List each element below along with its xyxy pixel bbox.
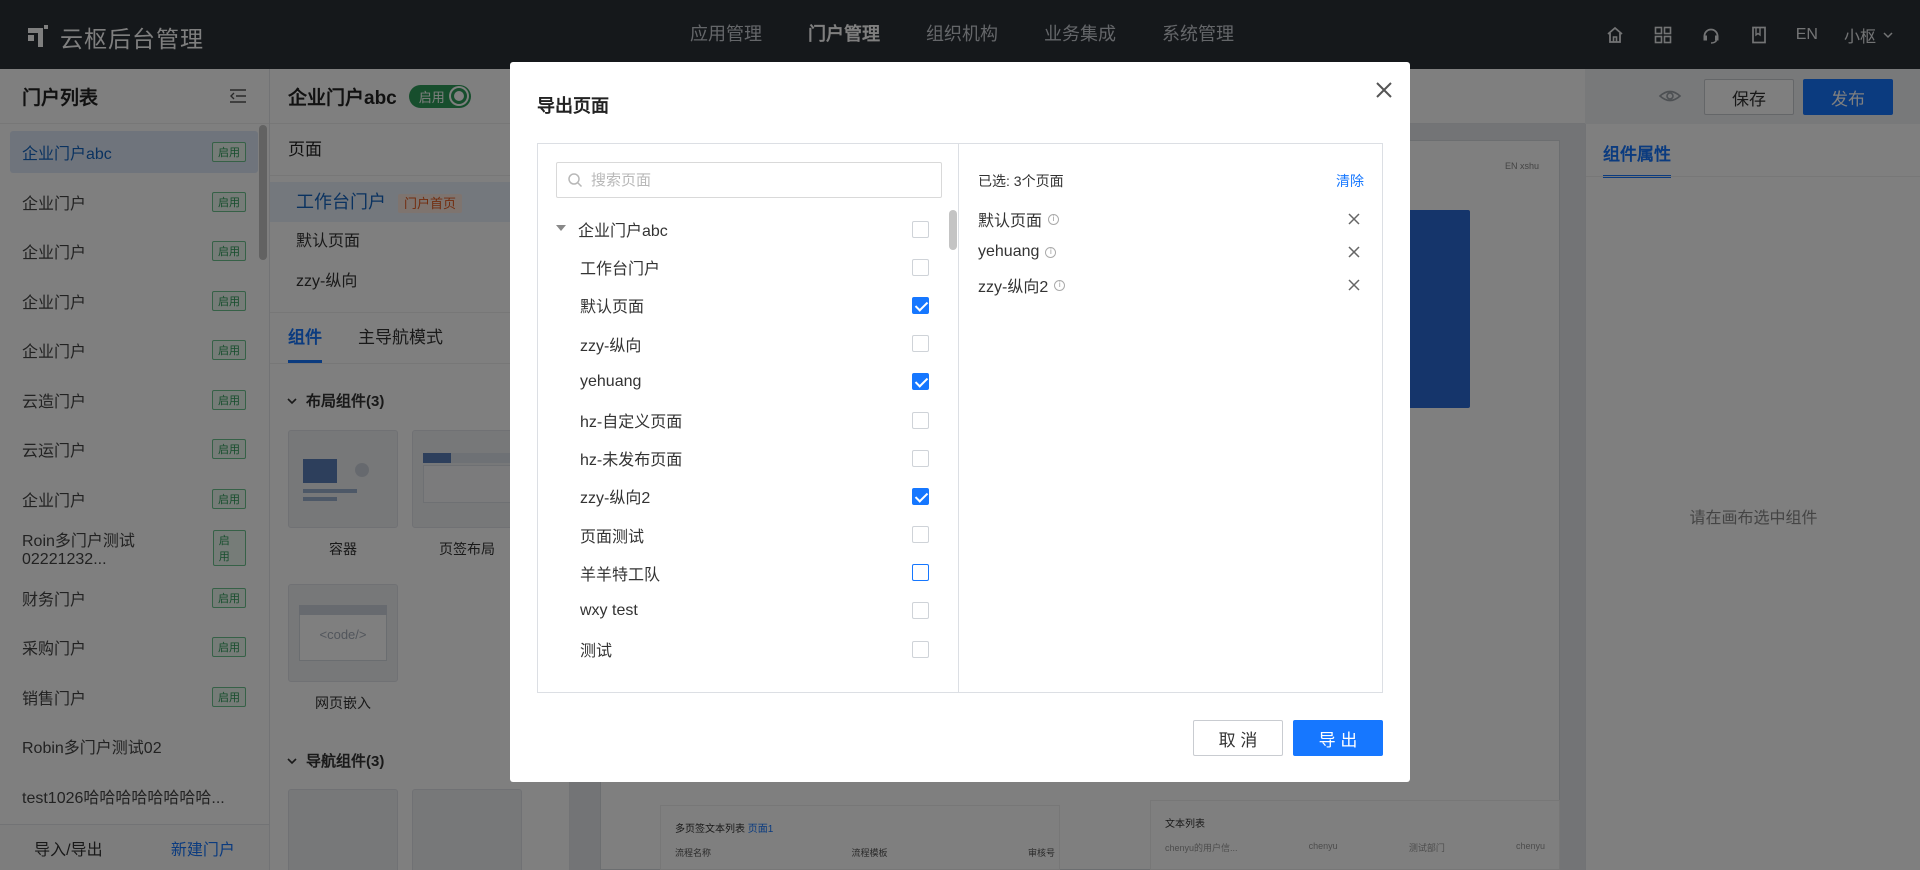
- cancel-button[interactable]: 取 消: [1193, 720, 1283, 756]
- page-tree-scrollbar[interactable]: [949, 210, 957, 250]
- caret-down-icon[interactable]: [556, 225, 566, 231]
- tree-node-label: hz-自定义页面: [580, 414, 683, 432]
- page-tree: 企业门户abc 工作台门户默认页面 zzy-纵向 yehuang hz-自定义页面 hz-…: [538, 210, 950, 668]
- tree-node[interactable]: 测试: [538, 630, 950, 668]
- tree-checkbox[interactable]: [912, 640, 929, 658]
- tree-node-label: zzy-纵向: [580, 337, 642, 355]
- tree-node-label: wxy test: [580, 601, 638, 619]
- tree-node[interactable]: 默认页面: [538, 286, 950, 324]
- tree-node[interactable]: 页面测试: [538, 516, 950, 554]
- tree-node-label: zzy-纵向2: [580, 490, 651, 508]
- page-search-field[interactable]: [556, 162, 942, 198]
- selected-page-item: yehuang i: [978, 240, 1364, 264]
- clear-selection-button[interactable]: 清除: [1336, 171, 1364, 191]
- selected-page-label: yehuang: [978, 243, 1040, 260]
- page-tree-panel: 企业门户abc 工作台门户默认页面 zzy-纵向 yehuang hz-自定义页面 hz-…: [538, 144, 959, 692]
- dialog-title: 导出页面: [537, 96, 609, 116]
- tree-checkbox[interactable]: [912, 487, 929, 505]
- remove-icon[interactable]: [1344, 275, 1364, 295]
- page-search-input[interactable]: [591, 171, 911, 189]
- tree-node-label: 测试: [580, 643, 613, 661]
- tree-checkbox[interactable]: [912, 258, 929, 276]
- tree-checkbox[interactable]: [912, 335, 929, 353]
- info-icon[interactable]: i: [1048, 213, 1060, 225]
- tree-checkbox[interactable]: [912, 220, 929, 238]
- selected-header: 已选: 3个页面 清除: [978, 171, 1364, 191]
- export-pages-dialog: 导出页面 企业门户abc工作台门户默认页面zzy-纵向yehuanghz-自定义…: [510, 62, 1410, 782]
- tree-checkbox[interactable]: [912, 373, 929, 391]
- remove-icon[interactable]: [1344, 209, 1364, 229]
- tree-checkbox[interactable]: [912, 411, 929, 429]
- selected-summary: 已选: 3个页面: [978, 173, 1064, 189]
- tree-checkbox[interactable]: [912, 449, 929, 467]
- tree-checkbox[interactable]: [912, 296, 929, 314]
- tree-node[interactable]: wxy test: [538, 592, 950, 630]
- tree-node-label: 羊羊特工队: [580, 566, 661, 584]
- info-icon[interactable]: i: [1054, 279, 1066, 291]
- export-button[interactable]: 导 出: [1293, 720, 1383, 756]
- tree-node[interactable]: 工作台门户: [538, 248, 950, 286]
- tree-node-label: yehuang: [580, 372, 642, 390]
- tree-node[interactable]: 羊羊特工队: [538, 554, 950, 592]
- tree-node-label: 默认页面: [580, 299, 645, 317]
- info-icon[interactable]: i: [1045, 246, 1057, 258]
- tree-node-label: hz-未发布页面: [580, 452, 683, 470]
- tree-root-node[interactable]: 企业门户abc: [538, 210, 950, 248]
- tree-node-label: 页面测试: [580, 528, 645, 546]
- tree-node[interactable]: zzy-纵向: [538, 325, 950, 363]
- close-icon[interactable]: [1372, 78, 1396, 102]
- tree-node[interactable]: yehuang: [538, 363, 950, 401]
- selected-page-item: zzy-纵向2 i: [978, 273, 1364, 297]
- selected-pages-panel: 已选: 3个页面 清除 默认页面 i yehuang i zzy-纵向2 i: [960, 144, 1382, 692]
- selected-page-label: 默认页面: [978, 213, 1043, 230]
- tree-node[interactable]: hz-未发布页面: [538, 439, 950, 477]
- tree-node[interactable]: hz-自定义页面: [538, 401, 950, 439]
- search-icon: [568, 173, 583, 188]
- tree-checkbox[interactable]: [912, 564, 929, 582]
- export-transfer: 企业门户abc工作台门户默认页面zzy-纵向yehuanghz-自定义页面hz-…: [537, 143, 1383, 693]
- tree-node-label: 企业门户abc: [578, 223, 668, 241]
- tree-node-label: 工作台门户: [580, 261, 661, 279]
- selected-page-item: 默认页面 i: [978, 207, 1364, 231]
- selected-page-label: zzy-纵向2: [978, 279, 1049, 296]
- tree-checkbox[interactable]: [912, 602, 929, 620]
- remove-icon[interactable]: [1344, 242, 1364, 262]
- tree-node[interactable]: zzy-纵向2: [538, 477, 950, 515]
- tree-checkbox[interactable]: [912, 526, 929, 544]
